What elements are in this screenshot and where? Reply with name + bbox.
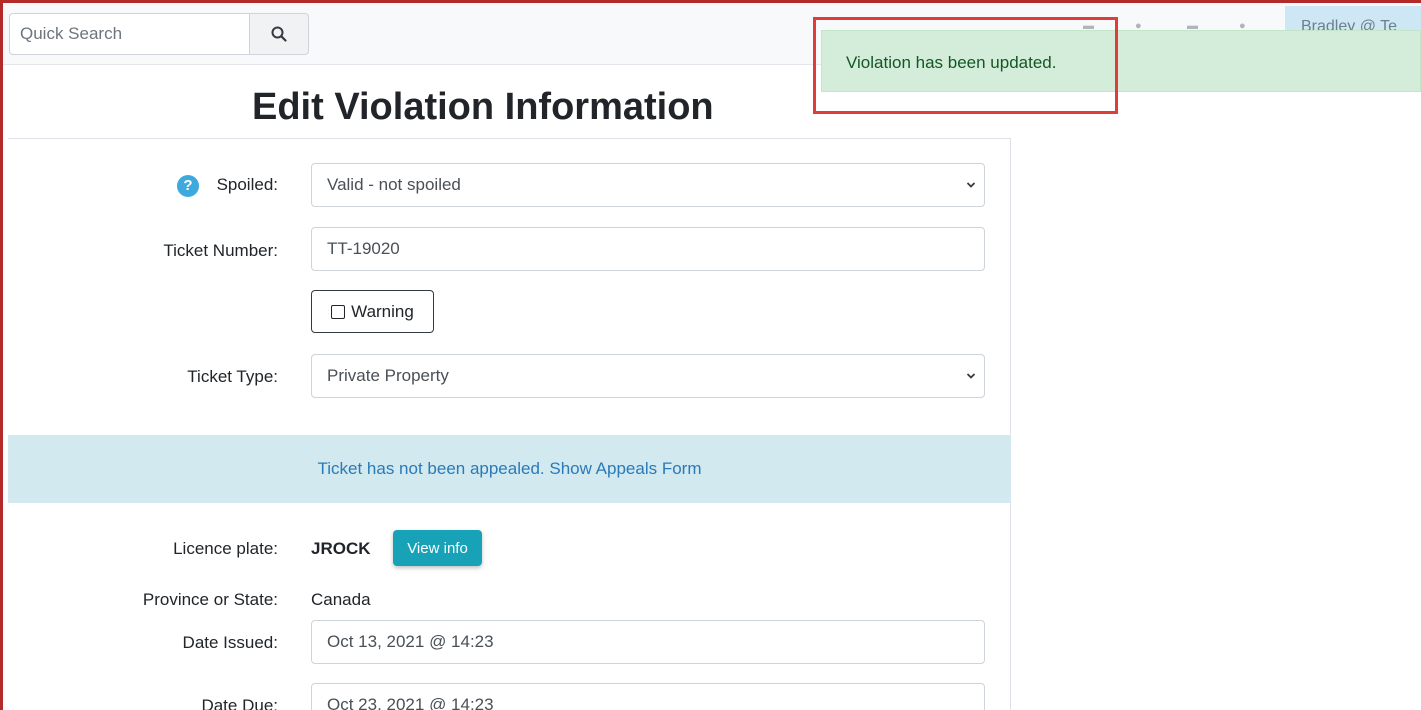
search-button[interactable] [249, 13, 309, 55]
chevron-down-icon [966, 373, 976, 379]
quick-search-input[interactable] [9, 13, 249, 55]
success-toast: Violation has been updated. [821, 30, 1421, 92]
ticket-number-value: TT-19020 [327, 239, 400, 258]
date-issued-label: Date Issued: [182, 633, 278, 652]
appeal-status-banner: Ticket has not been appealed. Show Appea… [8, 435, 1011, 503]
appeal-status-text: Ticket has not been appealed. [317, 459, 545, 478]
spoiled-select-value: Valid - not spoiled [327, 175, 461, 194]
spoiled-select[interactable]: Valid - not spoiled [311, 163, 985, 207]
ticket-type-value: Private Property [327, 366, 449, 385]
warning-toggle-button[interactable]: Warning [311, 290, 434, 333]
ticket-number-label: Ticket Number: [163, 241, 278, 260]
licence-plate-label: Licence plate: [173, 539, 278, 558]
ticket-number-input[interactable]: TT-19020 [311, 227, 985, 271]
date-issued-value: Oct 13, 2021 @ 14:23 [327, 632, 494, 651]
date-due-input[interactable]: Oct 23, 2021 @ 14:23 [311, 683, 985, 710]
checkbox-icon [331, 304, 346, 319]
date-issued-input[interactable]: Oct 13, 2021 @ 14:23 [311, 620, 985, 664]
search-icon [271, 26, 287, 42]
view-info-button[interactable]: View info [393, 530, 482, 566]
date-due-label: Date Due: [201, 696, 278, 710]
ticket-type-select[interactable]: Private Property [311, 354, 985, 398]
date-due-value: Oct 23, 2021 @ 14:23 [327, 695, 494, 710]
warning-label: Warning [351, 301, 414, 321]
toast-message: Violation has been updated. [846, 53, 1057, 72]
spoiled-label: Spoiled: [216, 175, 278, 194]
licence-plate-value: JROCK [311, 539, 371, 558]
ticket-type-label: Ticket Type: [187, 367, 278, 386]
show-appeals-form-link[interactable]: Show Appeals Form [549, 459, 701, 478]
page-title: Edit Violation Information [252, 86, 714, 128]
province-value: Canada [311, 590, 371, 609]
province-label: Province or State: [142, 590, 278, 609]
chevron-down-icon [966, 182, 976, 188]
